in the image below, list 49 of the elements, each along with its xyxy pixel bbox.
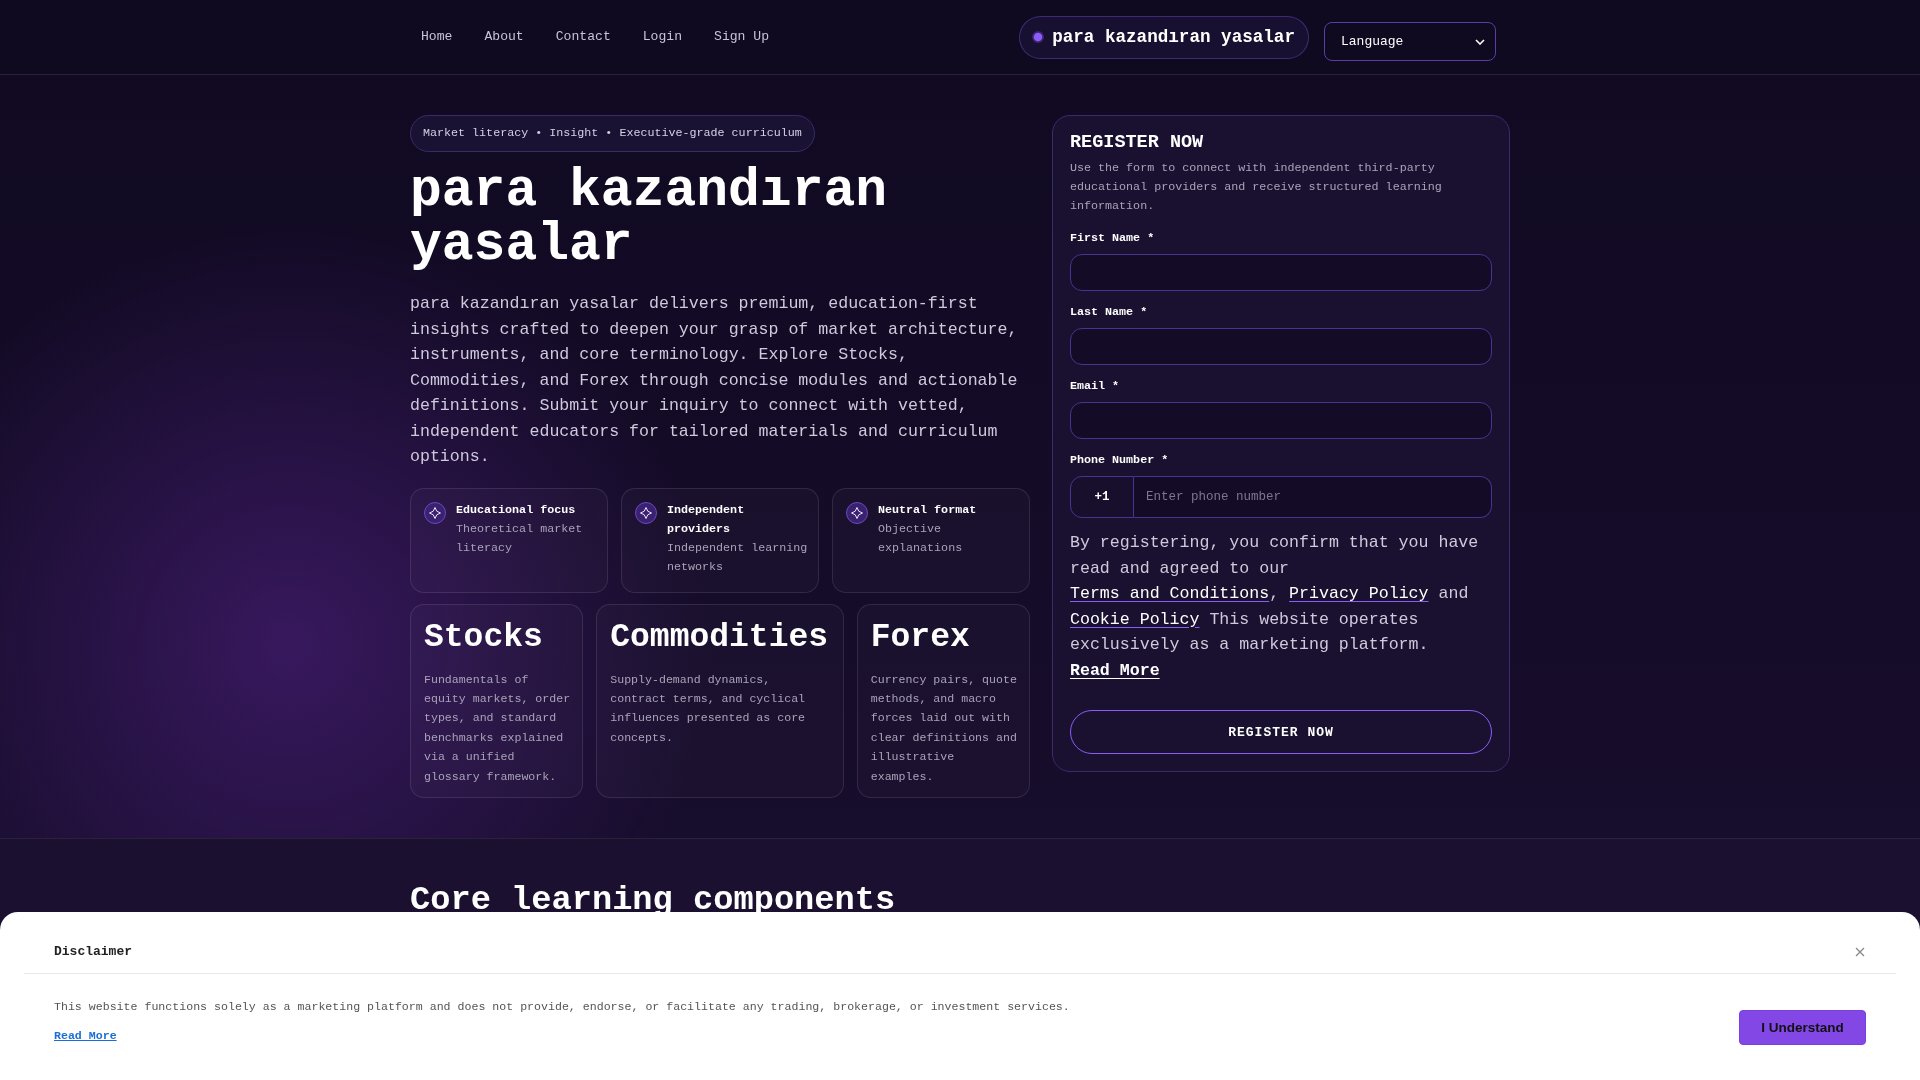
nav-link[interactable]: Sign Up: [703, 22, 781, 52]
input-field[interactable]: [1070, 254, 1492, 291]
sparkle-icon: [635, 501, 657, 524]
dot-icon: [1032, 31, 1045, 43]
disclaimer-title: Disclaimer: [54, 943, 132, 961]
tagline-badge: Market literacy • Insight • Executive-grade curriculum: [410, 115, 815, 152]
field-label: Last Name *: [1070, 304, 1148, 321]
sparkle-icon: [846, 501, 868, 524]
nav-link[interactable]: Contact: [544, 22, 622, 52]
policy-link[interactable]: Cookie Policy: [1070, 609, 1200, 629]
close-icon: [1855, 947, 1865, 957]
phone-input[interactable]: Enter phone number: [1134, 476, 1492, 518]
topic-title: Commodities: [610, 617, 829, 658]
country-code-field[interactable]: +1: [1070, 476, 1134, 518]
language-select[interactable]: Language: [1324, 22, 1496, 61]
feature-text: Objective explanations: [878, 520, 964, 557]
field-label: First Name *: [1070, 230, 1155, 247]
feature-title: Neutral format: [878, 501, 978, 519]
feature-text: Independent learning networks: [667, 539, 808, 576]
consent-text: By registering, you confirm that you have read and agreed to our Terms and Conditions, Privacy Policy and Cookie Policy This website operates exclusively as a marketing platform. Read More: [1070, 532, 1480, 682]
feature-title: Educational focus: [456, 501, 577, 519]
hero-title: para kazandıran yasalar: [410, 164, 889, 272]
understand-button[interactable]: I Understand: [1739, 1010, 1866, 1045]
read-more-link[interactable]: Read More: [1070, 660, 1160, 680]
topic-text: Supply-demand dynamics, contract terms, and cyclical influences presented as core concepts.: [610, 671, 807, 746]
brand-badge[interactable]: para kazandıran yasalar: [1019, 15, 1309, 59]
feature-title: Independent providers: [667, 501, 746, 538]
nav-link[interactable]: Login: [631, 22, 694, 52]
topic-title: Stocks: [424, 617, 543, 658]
read-more-link[interactable]: Read More: [54, 1027, 117, 1045]
field-label: Phone Number *: [1070, 452, 1169, 469]
intro-text: para kazandıran yasalar delivers premium, education-first insights crafted to deepen your grasp of market architecture, instruments, and core terminology. Explore Stocks, Commodities, and Forex through concise modules and actionable definitions. Submit your inquiry to connect with vetted, independent educators for tailored materials and curriculum options.: [410, 293, 1019, 468]
form-title: REGISTER NOW: [1070, 132, 1204, 154]
nav-link[interactable]: Home: [410, 22, 464, 52]
topic-text: Currency pairs, quote methods, and macro forces laid out with clear definitions and illustrative examples.: [870, 671, 1017, 785]
input-field[interactable]: [1070, 402, 1492, 439]
chevron-down-icon: [1475, 38, 1485, 45]
topic-text: Fundamentals of equity markets, order types, and standard benchmarks explained via a unified glossary framework.: [424, 671, 571, 785]
sparkle-icon: [424, 501, 446, 524]
policy-link[interactable]: Privacy Policy: [1289, 584, 1429, 603]
topic-title: Forex: [870, 617, 970, 658]
feature-text: Theoretical market literacy: [456, 520, 584, 557]
form-description: Use the form to connect with independent third-party educational providers and receive structured learning information.: [1070, 160, 1443, 215]
field-label: Email *: [1070, 378, 1120, 395]
nav-link[interactable]: About: [473, 22, 535, 52]
section-title: Core learning components: [410, 879, 896, 920]
disclaimer-text: This website functions solely as a marketing platform and does not provide, endorse, or facilitate any trading, brokerage, or investment services.: [54, 999, 1070, 1015]
policy-link[interactable]: Terms and Conditions: [1070, 584, 1270, 603]
input-field[interactable]: [1070, 328, 1492, 365]
